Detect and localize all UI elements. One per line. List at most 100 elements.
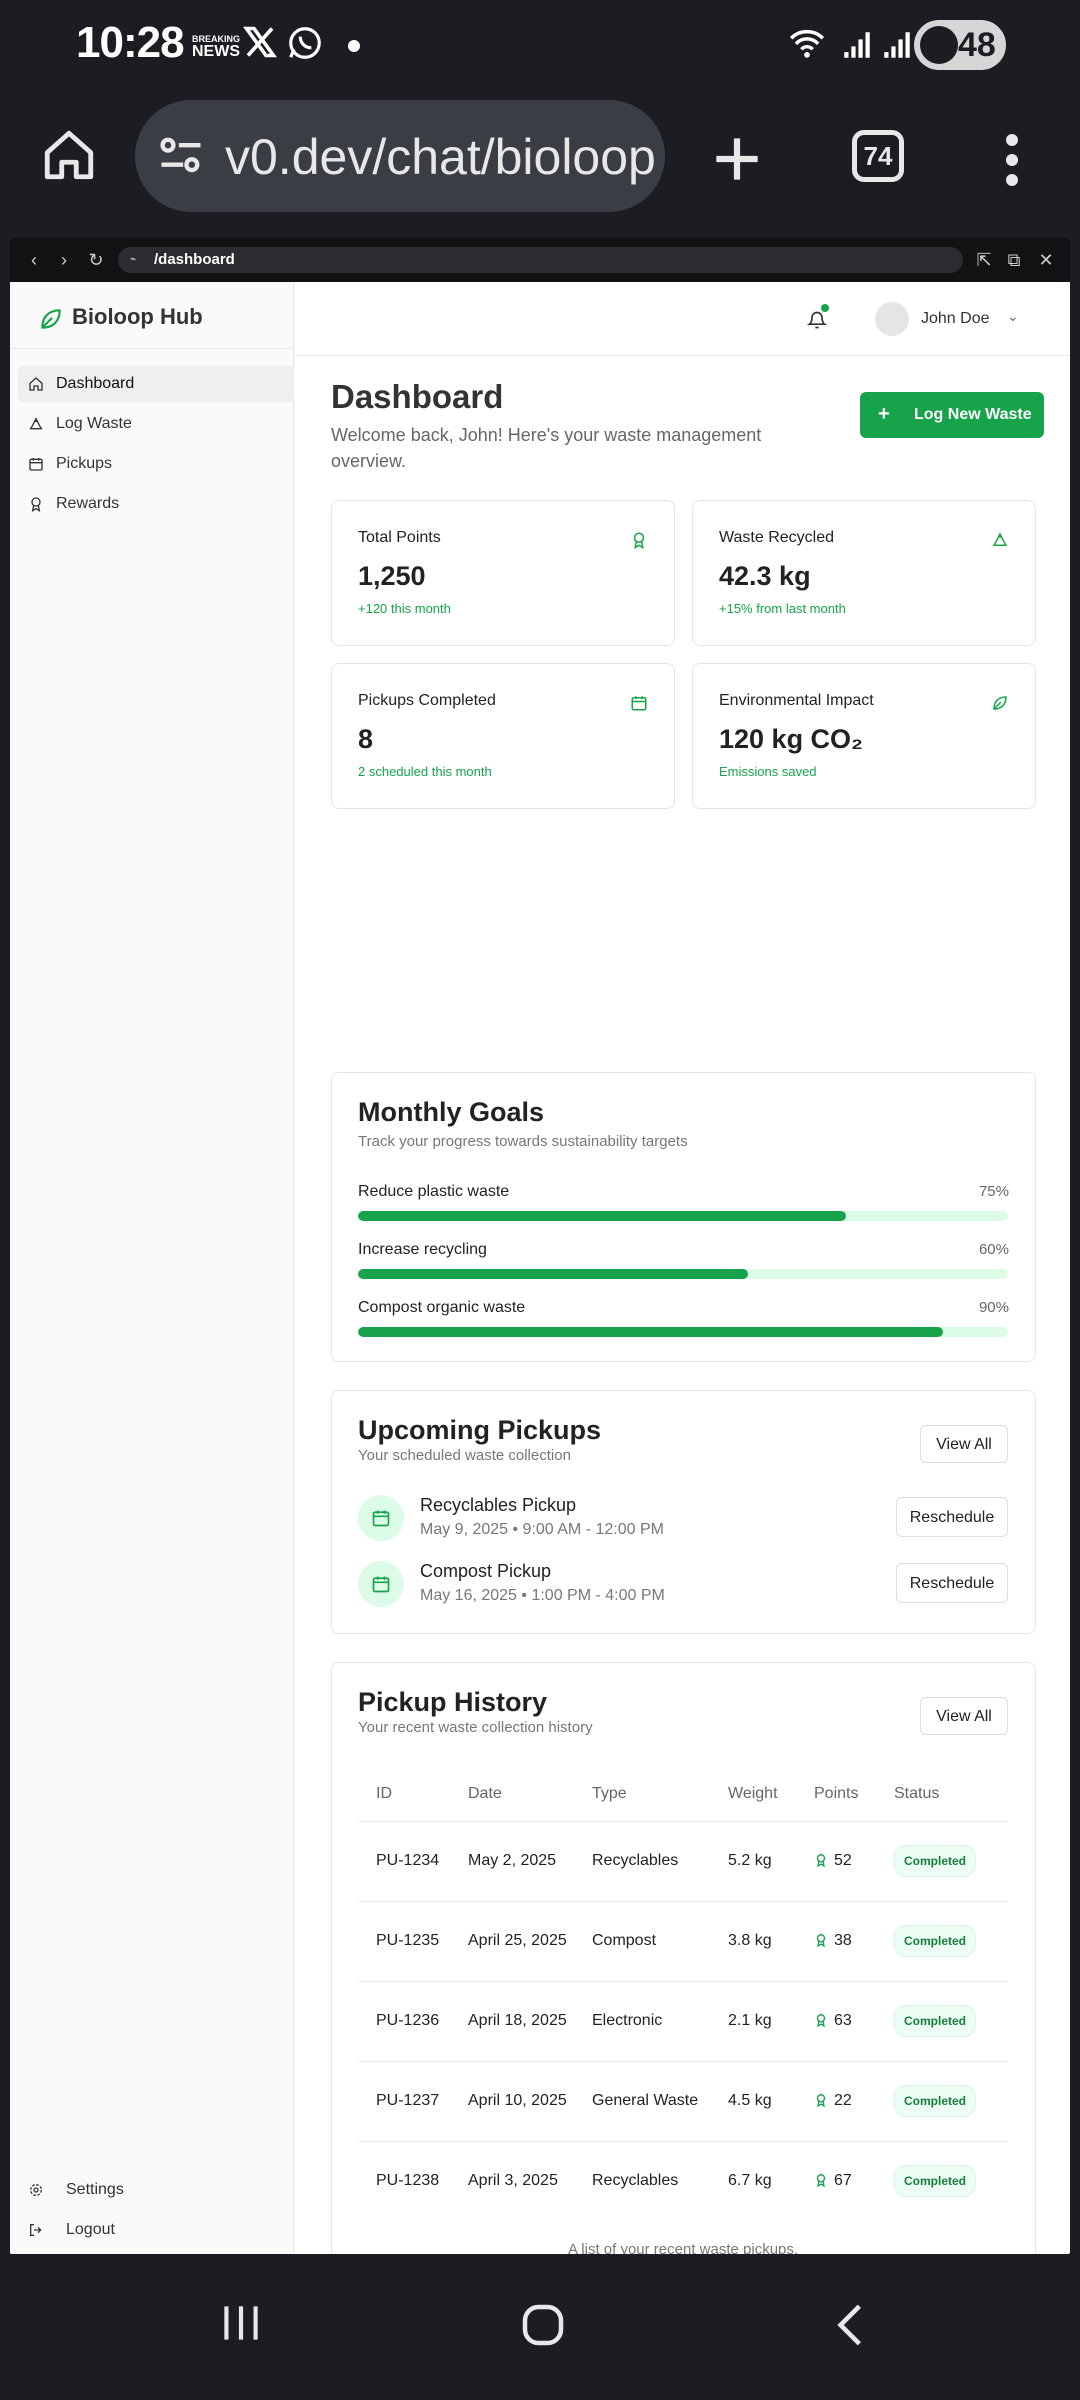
page-title: Dashboard bbox=[331, 378, 504, 415]
upcoming-view-all-button[interactable]: View All bbox=[920, 1425, 1008, 1463]
row-points: 22 bbox=[796, 2061, 876, 2142]
reschedule-button[interactable]: Reschedule bbox=[896, 1497, 1008, 1537]
logout-icon bbox=[30, 2224, 42, 2236]
browser-toolbar: v0.dev/chat/bioloop- 74 bbox=[0, 90, 1080, 236]
stat-label: Waste Recycled bbox=[719, 529, 834, 546]
new-tab-icon[interactable] bbox=[706, 128, 768, 190]
address-bar[interactable]: v0.dev/chat/bioloop- bbox=[135, 100, 665, 212]
bell-icon bbox=[806, 311, 828, 329]
sidebar-item-logout[interactable]: Logout bbox=[18, 2212, 294, 2248]
page-subtitle: Welcome back, John! Here's your waste ma… bbox=[331, 425, 762, 471]
calendar-icon bbox=[372, 1576, 390, 1593]
pickup-history-card: Pickup History Your recent waste collect… bbox=[331, 1662, 1036, 2254]
row-status: Completed bbox=[876, 2141, 1008, 2221]
row-type: Compost bbox=[574, 1901, 710, 1982]
column-header-type: Type bbox=[574, 1767, 710, 1822]
column-header-status: Status bbox=[876, 1767, 1008, 1822]
row-status: Completed bbox=[876, 2061, 1008, 2142]
column-header-weight: Weight bbox=[710, 1767, 796, 1822]
home-button-icon[interactable] bbox=[516, 2298, 570, 2352]
status-badge: Completed bbox=[894, 2005, 977, 2037]
row-status: Completed bbox=[876, 1981, 1008, 2062]
reload-icon[interactable]: ↻ bbox=[84, 248, 108, 272]
goal-progress-fill bbox=[358, 1269, 748, 1279]
whatsapp-icon bbox=[289, 27, 321, 59]
notification-dot-icon bbox=[348, 40, 360, 52]
award-icon bbox=[816, 1934, 826, 1948]
table-row: PU-1236 April 18, 2025 Electronic 2.1 kg 63 C… bbox=[358, 1981, 1008, 2062]
row-weight: 5.2 kg bbox=[710, 1821, 796, 1902]
history-view-all-button[interactable]: View All bbox=[920, 1697, 1008, 1735]
app-header: John Doe ⌄ bbox=[295, 282, 1070, 356]
sidebar-item-rewards[interactable]: Rewards bbox=[18, 486, 294, 522]
address-url[interactable]: v0.dev/chat/bioloop- bbox=[225, 128, 655, 186]
notification-dot bbox=[821, 304, 829, 312]
close-preview-icon[interactable]: ✕ bbox=[1034, 248, 1058, 272]
chevron-down-icon[interactable]: ⌄ bbox=[1007, 308, 1019, 325]
log-new-waste-button[interactable]: + Log New Waste bbox=[860, 392, 1044, 438]
back-icon[interactable]: ‹ bbox=[22, 248, 46, 272]
stat-card-total-points: Total Points 1,250 +120 this month bbox=[331, 500, 675, 646]
pickup-history-table: ID Date Type Weight Points Status PU-123… bbox=[358, 1767, 1008, 2221]
sidebar-item-pickups[interactable]: Pickups bbox=[18, 446, 294, 482]
more-menu-icon[interactable] bbox=[986, 130, 1038, 190]
row-date: April 18, 2025 bbox=[450, 1981, 574, 2062]
back-button-icon[interactable] bbox=[826, 2298, 876, 2352]
row-date: April 3, 2025 bbox=[468, 2172, 558, 2190]
stat-value: 1,250 bbox=[358, 561, 426, 591]
row-id: PU-1235 bbox=[358, 1901, 450, 1982]
monthly-goals-card: Monthly Goals Track your progress toward… bbox=[331, 1072, 1036, 1362]
recent-apps-icon[interactable] bbox=[216, 2298, 266, 2348]
stat-value: 120 kg CO₂ bbox=[719, 724, 864, 754]
preview-path: /dashboard bbox=[154, 251, 235, 268]
avatar[interactable] bbox=[875, 302, 909, 336]
home-icon[interactable] bbox=[40, 126, 98, 184]
award-icon bbox=[816, 2014, 826, 2028]
award-icon bbox=[816, 2094, 826, 2108]
user-name[interactable]: John Doe bbox=[921, 310, 990, 328]
new-window-icon[interactable]: ⧉ bbox=[1002, 248, 1026, 272]
table-row: PU-1235 April 25, 2025 Compost 3.8 kg 38 Comp… bbox=[358, 1901, 1008, 1982]
calendar-icon bbox=[631, 696, 647, 711]
goal-label: Compost organic waste bbox=[358, 1299, 526, 1316]
status-badge: Completed bbox=[894, 1845, 977, 1877]
preview-url-field[interactable]: ⌁ /dashboard bbox=[118, 247, 963, 273]
goals-title: Monthly Goals bbox=[358, 1097, 545, 1127]
award-icon bbox=[816, 2174, 826, 2188]
stat-label: Total Points bbox=[358, 529, 441, 546]
signal-icon-2 bbox=[884, 32, 910, 58]
gear-icon bbox=[30, 2184, 42, 2196]
row-type: Electronic bbox=[574, 1981, 710, 2062]
stat-note: +15% from last month bbox=[719, 601, 846, 616]
reschedule-button[interactable]: Reschedule bbox=[896, 1563, 1008, 1603]
table-row: PU-1237 April 10, 2025 General Waste 4.5 kg… bbox=[358, 2061, 1008, 2142]
site-settings-icon[interactable] bbox=[155, 130, 207, 182]
battery-level: 48 bbox=[958, 26, 996, 64]
row-weight: 2.1 kg bbox=[710, 1981, 796, 2062]
sidebar-item-dashboard[interactable]: Dashboard bbox=[18, 366, 294, 402]
sidebar-item-settings[interactable]: Settings bbox=[18, 2172, 294, 2208]
pickup-title: Recyclables Pickup bbox=[420, 1495, 577, 1515]
system-navigation-bar bbox=[0, 2256, 1080, 2400]
breaking-news-bottom: NEWS bbox=[192, 43, 240, 60]
forward-icon[interactable]: › bbox=[52, 248, 76, 272]
row-points: 52 bbox=[796, 1821, 876, 1902]
table-header-row: ID Date Type Weight Points Status bbox=[358, 1767, 1008, 1822]
row-date: April 25, 2025 bbox=[450, 1901, 574, 1982]
row-weight: 4.5 kg bbox=[710, 2061, 796, 2142]
stat-card-waste-recycled: Waste Recycled 42.3 kg +15% from last mo… bbox=[692, 500, 1036, 646]
sidebar-item-log-waste[interactable]: Log Waste bbox=[18, 406, 294, 442]
stat-label: Environmental Impact bbox=[719, 692, 874, 709]
row-weight: 6.7 kg bbox=[728, 2172, 772, 2190]
pointer-select-icon[interactable]: ⇱ bbox=[972, 248, 996, 272]
recycle-icon bbox=[992, 532, 1008, 546]
row-weight: 3.8 kg bbox=[710, 1901, 796, 1982]
notifications-button[interactable] bbox=[806, 304, 829, 330]
tab-switcher-button[interactable]: 74 bbox=[852, 130, 904, 182]
signal-icon bbox=[844, 32, 870, 58]
preview-frame: ‹ › ↻ ⌁ /dashboard ⇱ ⧉ ✕ Bioloop Hub Das… bbox=[10, 238, 1070, 2254]
sidebar-item-label: Log Waste bbox=[56, 415, 132, 432]
row-date: April 10, 2025 bbox=[450, 2061, 574, 2142]
pickup-calendar-badge bbox=[358, 1561, 404, 1607]
table-row: PU-1234 May 2, 2025 Recyclables 5.2 kg 52 Com… bbox=[358, 1821, 1008, 1902]
